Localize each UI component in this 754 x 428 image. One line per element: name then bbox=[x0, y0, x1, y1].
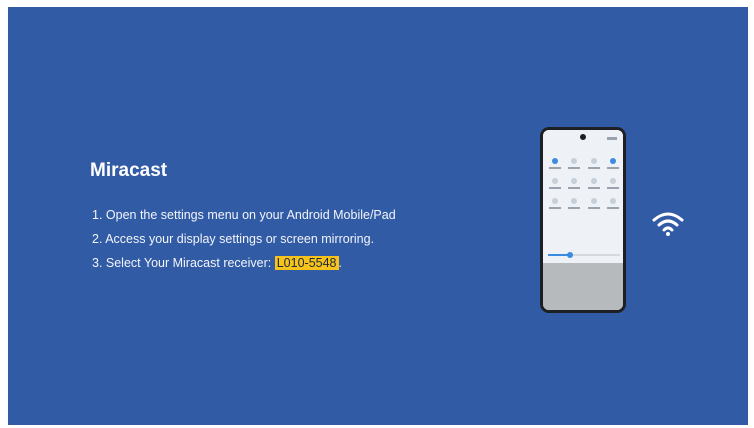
wifi-icon bbox=[652, 212, 684, 236]
quick-settings-row bbox=[548, 158, 620, 169]
quick-settings-row bbox=[548, 178, 620, 189]
quick-setting-tile bbox=[548, 158, 562, 169]
brightness-slider bbox=[548, 252, 620, 258]
receiver-name-badge: L010-5548 bbox=[274, 256, 339, 270]
instruction-step-3: 3. Select Your Miracast receiver: L010-5… bbox=[92, 256, 342, 270]
quick-settings-grid bbox=[548, 158, 620, 218]
quick-setting-tile bbox=[567, 198, 581, 209]
phone-lower-screen bbox=[543, 263, 623, 310]
phone-illustration bbox=[540, 127, 626, 313]
quick-setting-tile bbox=[548, 198, 562, 209]
quick-setting-tile bbox=[567, 178, 581, 189]
quick-setting-tile bbox=[606, 178, 620, 189]
instruction-step-3-suffix: . bbox=[338, 256, 342, 270]
quick-setting-tile bbox=[606, 198, 620, 209]
quick-setting-tile bbox=[587, 198, 601, 209]
brightness-slider-knob bbox=[566, 252, 573, 258]
page-title: Miracast bbox=[90, 160, 168, 181]
quick-setting-tile bbox=[587, 158, 601, 169]
instruction-step-3-text: 3. Select Your Miracast receiver: bbox=[92, 256, 275, 270]
quick-settings-row bbox=[548, 198, 620, 209]
quick-setting-tile bbox=[606, 158, 620, 169]
phone-camera bbox=[580, 134, 586, 140]
quick-setting-tile bbox=[548, 178, 562, 189]
quick-setting-tile bbox=[587, 178, 601, 189]
miracast-screen: Miracast 1. Open the settings menu on yo… bbox=[8, 7, 748, 425]
instruction-step-1: 1. Open the settings menu on your Androi… bbox=[92, 208, 396, 222]
phone-status-icon bbox=[607, 137, 617, 140]
phone-quick-settings-panel bbox=[543, 130, 623, 263]
instruction-step-2: 2. Access your display settings or scree… bbox=[92, 232, 375, 246]
quick-setting-tile bbox=[567, 158, 581, 169]
